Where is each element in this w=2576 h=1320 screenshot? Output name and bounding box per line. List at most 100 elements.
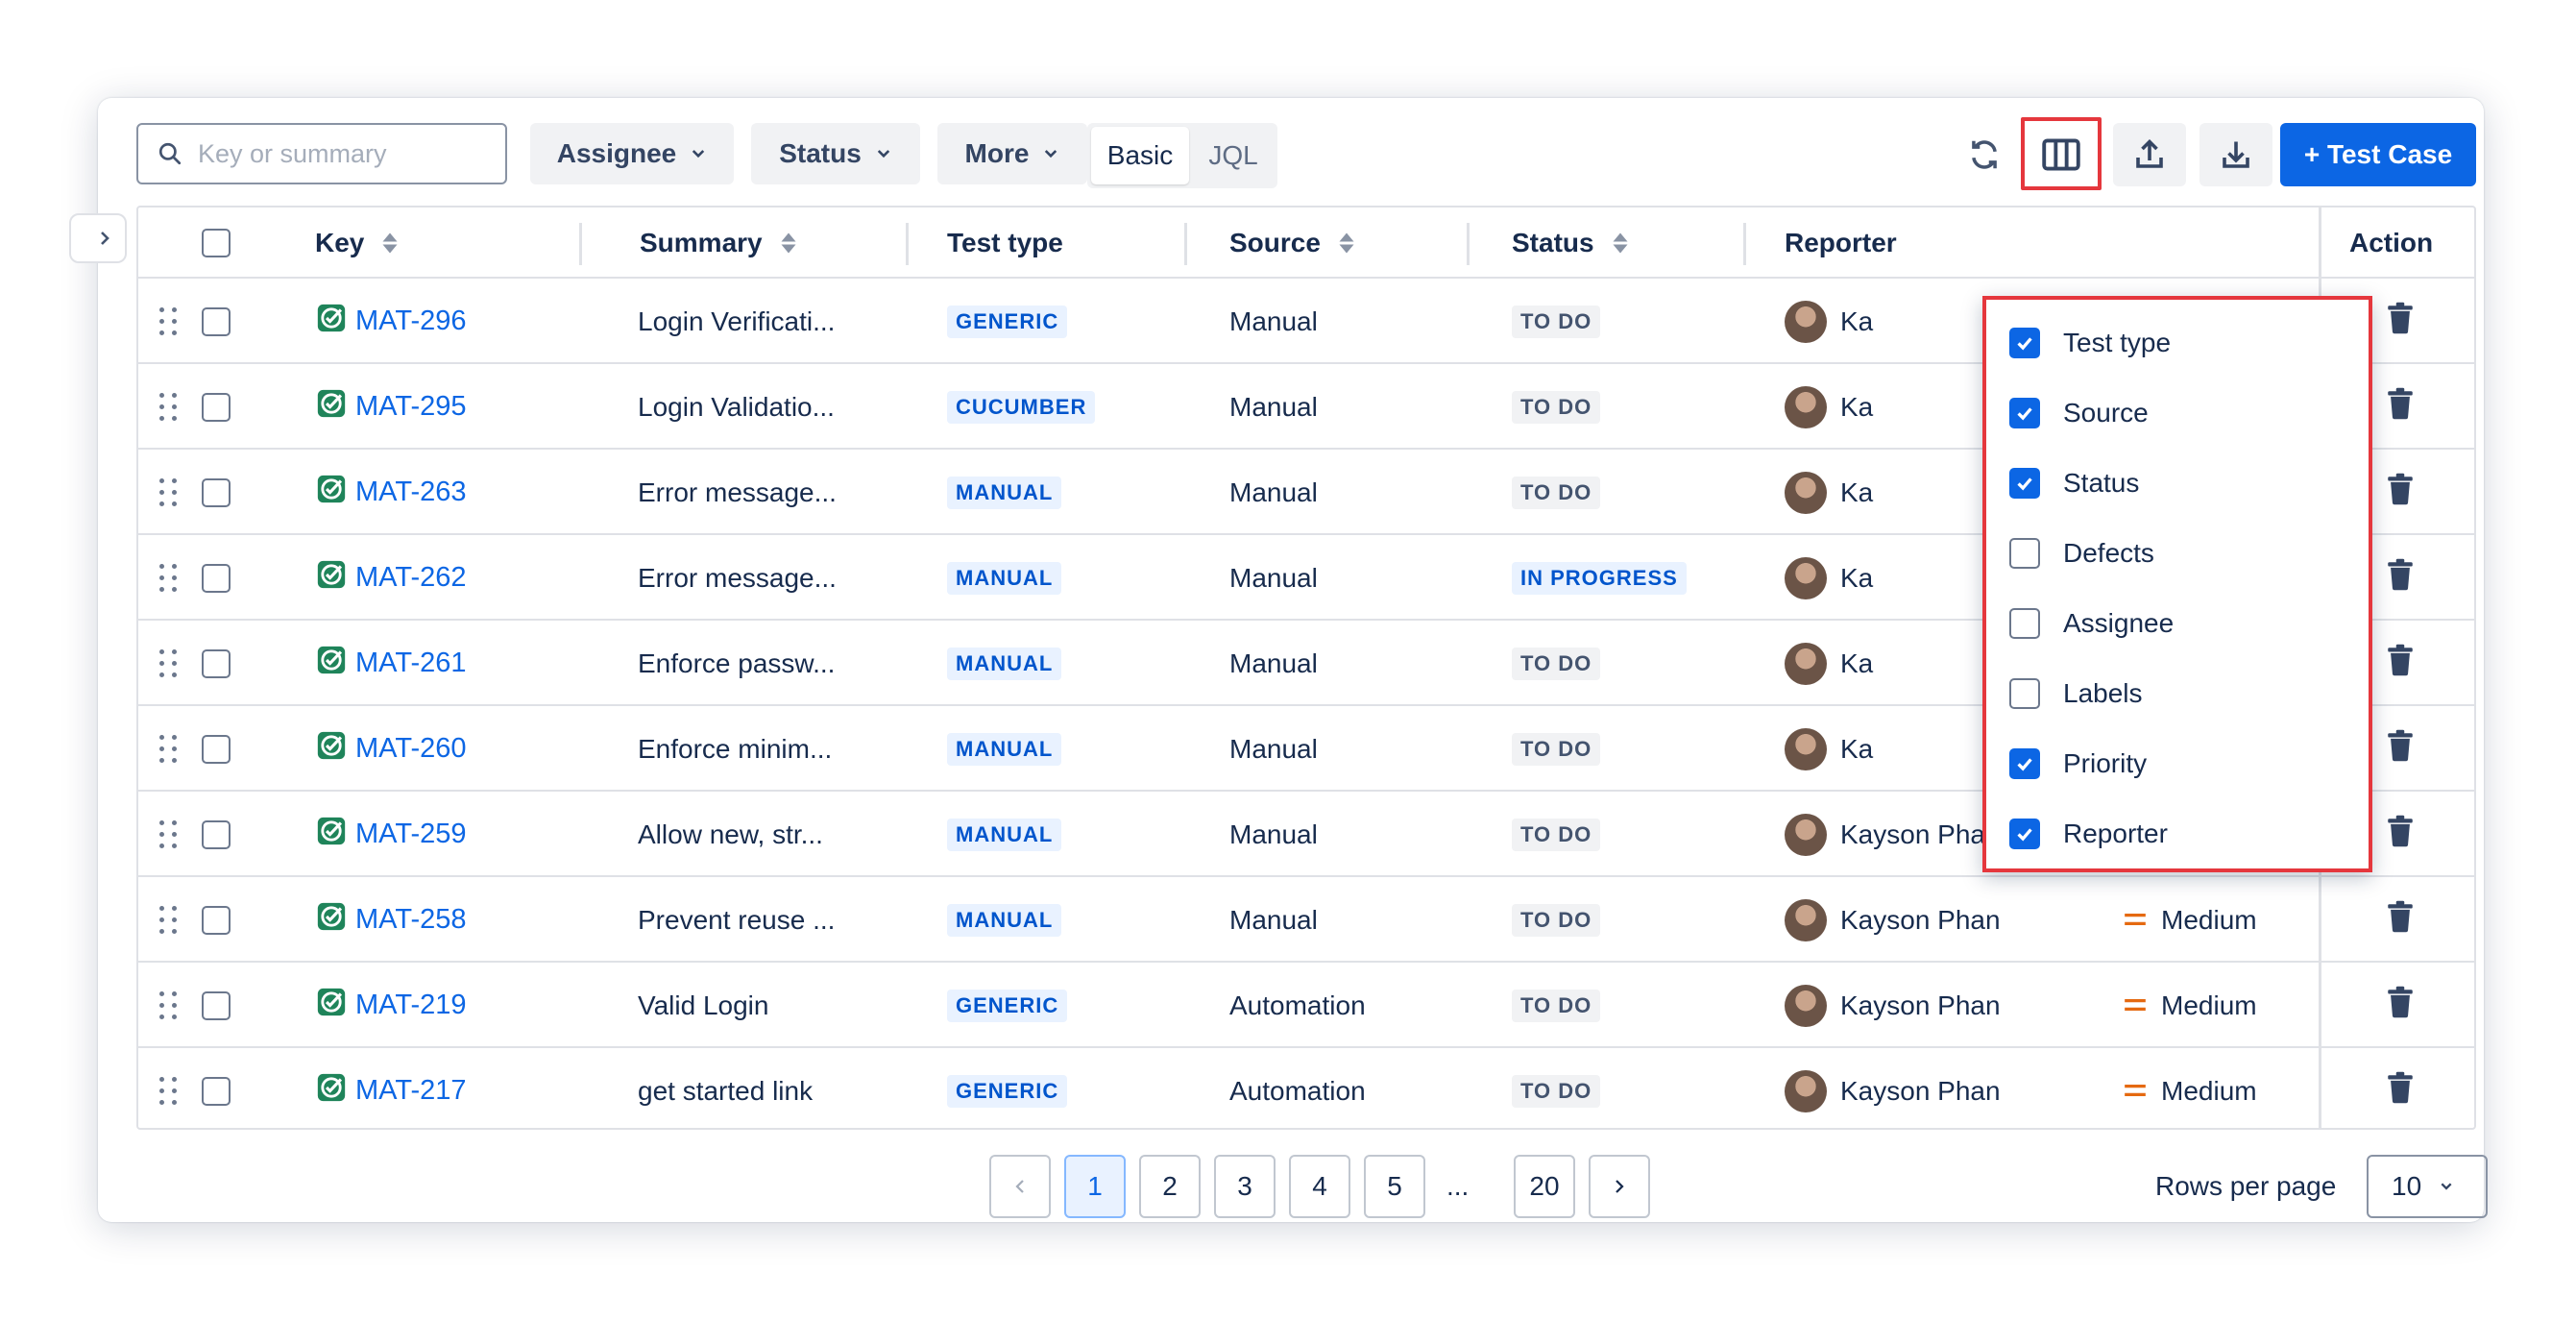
- column-option-source[interactable]: Source: [1986, 378, 2369, 448]
- test-case-key-link[interactable]: MAT-261: [355, 648, 467, 679]
- column-option-status[interactable]: Status: [1986, 448, 2369, 518]
- action-cell: [2386, 364, 2415, 450]
- search-input[interactable]: [198, 138, 486, 169]
- refresh-button[interactable]: [1948, 123, 2021, 186]
- page-button-1[interactable]: 1: [1064, 1155, 1126, 1218]
- trash-icon[interactable]: [2386, 729, 2415, 769]
- column-option-checkbox[interactable]: [2009, 607, 2040, 639]
- header-reporter[interactable]: Reporter: [1785, 208, 1977, 279]
- sort-icon: [1339, 232, 1354, 254]
- page-button-last[interactable]: 20: [1514, 1155, 1575, 1218]
- row-checkbox[interactable]: [202, 392, 231, 422]
- drag-handle-icon[interactable]: [159, 392, 179, 422]
- drag-handle-icon[interactable]: [159, 990, 179, 1020]
- test-case-key-link[interactable]: MAT-217: [355, 1075, 467, 1107]
- column-option-reporter[interactable]: Reporter: [1986, 798, 2369, 868]
- column-option-priority[interactable]: Priority: [1986, 728, 2369, 798]
- row-checkbox[interactable]: [202, 990, 231, 1020]
- column-option-checkbox[interactable]: [2009, 818, 2040, 849]
- previous-page-button[interactable]: [989, 1155, 1051, 1218]
- select-all-checkbox[interactable]: [202, 229, 231, 257]
- drag-handle-icon[interactable]: [159, 734, 179, 764]
- column-option-test-type[interactable]: Test type: [1986, 307, 2369, 378]
- trash-icon[interactable]: [2386, 473, 2415, 512]
- page-button-3[interactable]: 3: [1214, 1155, 1276, 1218]
- column-option-labels[interactable]: Labels: [1986, 658, 2369, 728]
- key-cell: MAT-295: [315, 364, 467, 450]
- test-case-key-link[interactable]: MAT-219: [355, 990, 467, 1021]
- column-option-checkbox[interactable]: [2009, 327, 2040, 358]
- page-button-5[interactable]: 5: [1364, 1155, 1425, 1218]
- header-summary[interactable]: Summary: [640, 208, 909, 279]
- reporter-name: Kayson Phan: [1840, 990, 2001, 1020]
- basic-mode-button[interactable]: Basic: [1091, 127, 1189, 184]
- test-case-key-link[interactable]: MAT-260: [355, 733, 467, 765]
- test-case-key-link[interactable]: MAT-296: [355, 306, 467, 337]
- test-case-key-link[interactable]: MAT-258: [355, 904, 467, 936]
- test-type-cell: MANUAL: [947, 450, 1062, 535]
- row-checkbox[interactable]: [202, 1076, 231, 1106]
- column-option-assignee[interactable]: Assignee: [1986, 588, 2369, 658]
- more-filter-button[interactable]: More: [937, 123, 1087, 184]
- assignee-filter-button[interactable]: Assignee: [530, 123, 734, 184]
- column-option-defects[interactable]: Defects: [1986, 518, 2369, 588]
- row-checkbox[interactable]: [202, 563, 231, 593]
- status-filter-label: Status: [779, 138, 862, 168]
- test-type-cell: MANUAL: [947, 706, 1062, 792]
- trash-icon[interactable]: [2386, 558, 2415, 598]
- drag-handle-icon[interactable]: [159, 648, 179, 678]
- test-case-key-link[interactable]: MAT-295: [355, 391, 467, 423]
- trash-icon[interactable]: [2386, 815, 2415, 854]
- trash-icon[interactable]: [2386, 900, 2415, 940]
- test-type-cell: GENERIC: [947, 963, 1068, 1048]
- row-checkbox[interactable]: [202, 477, 231, 507]
- test-case-key-link[interactable]: MAT-262: [355, 562, 467, 594]
- sidebar-expand-button[interactable]: [69, 213, 127, 263]
- download-button[interactable]: [2199, 123, 2272, 186]
- drag-handle-icon[interactable]: [159, 819, 179, 849]
- drag-handle-icon[interactable]: [159, 905, 179, 935]
- rows-per-page-select[interactable]: 10: [2367, 1155, 2488, 1218]
- test-case-key-link[interactable]: MAT-263: [355, 477, 467, 508]
- trash-icon[interactable]: [2386, 387, 2415, 427]
- add-test-case-button[interactable]: + Test Case: [2280, 123, 2476, 186]
- test-type-lozenge: MANUAL: [947, 561, 1062, 595]
- header-status[interactable]: Status: [1512, 208, 1746, 279]
- test-case-key-link[interactable]: MAT-259: [355, 819, 467, 850]
- header-key[interactable]: Key: [315, 208, 582, 279]
- column-chooser-menu: Test type Source Status Defects Assignee Labe…: [1982, 296, 2372, 872]
- upload-button[interactable]: [2113, 123, 2186, 186]
- header-test-type[interactable]: Test type: [947, 208, 1187, 279]
- test-type-lozenge: MANUAL: [947, 647, 1062, 680]
- test-case-icon: [315, 644, 348, 683]
- summary-cell: Login Verificati...: [638, 306, 836, 336]
- drag-handle-icon[interactable]: [159, 306, 179, 336]
- row-checkbox[interactable]: [202, 905, 231, 935]
- column-option-checkbox[interactable]: [2009, 537, 2040, 569]
- row-checkbox[interactable]: [202, 819, 231, 849]
- key-cell: MAT-260: [315, 706, 467, 792]
- page-button-4[interactable]: 4: [1289, 1155, 1350, 1218]
- header-source[interactable]: Source: [1229, 208, 1470, 279]
- drag-handle-icon[interactable]: [159, 477, 179, 507]
- drag-handle-icon[interactable]: [159, 563, 179, 593]
- status-filter-button[interactable]: Status: [751, 123, 920, 184]
- drag-handle-icon[interactable]: [159, 1076, 179, 1106]
- jql-mode-button[interactable]: JQL: [1193, 127, 1274, 184]
- row-checkbox[interactable]: [202, 648, 231, 678]
- row-checkbox[interactable]: [202, 734, 231, 764]
- trash-icon[interactable]: [2386, 302, 2415, 341]
- search-box[interactable]: [136, 123, 507, 184]
- trash-icon[interactable]: [2386, 986, 2415, 1025]
- header-action-label: Action: [2349, 228, 2434, 257]
- trash-icon[interactable]: [2386, 1071, 2415, 1111]
- column-option-checkbox[interactable]: [2009, 467, 2040, 499]
- trash-icon[interactable]: [2386, 644, 2415, 683]
- row-checkbox[interactable]: [202, 306, 231, 336]
- column-option-checkbox[interactable]: [2009, 747, 2040, 779]
- next-page-button[interactable]: [1589, 1155, 1650, 1218]
- column-option-checkbox[interactable]: [2009, 397, 2040, 428]
- column-option-checkbox[interactable]: [2009, 677, 2040, 709]
- priority-cell: Medium: [2123, 877, 2257, 963]
- page-button-2[interactable]: 2: [1139, 1155, 1201, 1218]
